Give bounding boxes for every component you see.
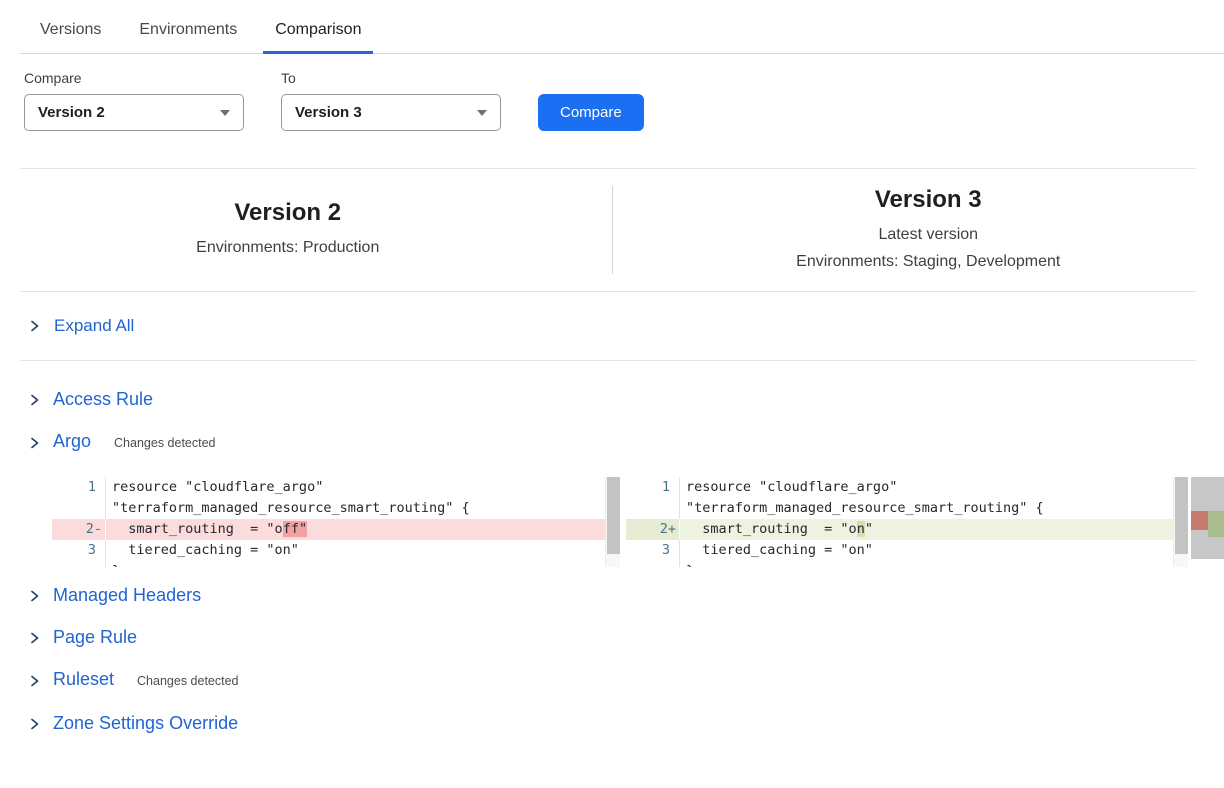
diff-pane-right: 1 resource "cloudflare_argo" "terraform_…	[626, 477, 1188, 567]
ruler-removed-marker	[1191, 511, 1208, 530]
tab-bar: Versions Environments Comparison	[0, 0, 1224, 54]
code-text: "terraform_managed_resource_smart_routin…	[680, 498, 1188, 519]
section-page-rule[interactable]: Page Rule	[28, 626, 1224, 649]
code-text: resource "cloudflare_argo"	[680, 477, 1188, 498]
ruler-added-marker	[1208, 511, 1224, 537]
code-text: smart_routing = "on"	[680, 519, 1188, 540]
caret-down-icon	[477, 110, 487, 116]
diff-line-removed: 2- smart_routing = "off"	[52, 519, 620, 540]
version-headers: Version 2 Environments: Production Versi…	[20, 168, 1196, 292]
diff-overview-ruler[interactable]	[1191, 477, 1224, 559]
version-right-environments: Environments: Staging, Development	[661, 248, 1197, 275]
removed-word-highlight: ff"	[283, 521, 307, 537]
version-right-header: Version 3 Latest version Environments: S…	[613, 185, 1197, 275]
added-word-highlight: n	[857, 521, 865, 537]
line-number	[626, 561, 680, 567]
code-text: resource "cloudflare_argo"	[106, 477, 620, 498]
chevron-right-icon	[28, 436, 41, 450]
section-managed-headers[interactable]: Managed Headers	[28, 584, 1224, 607]
chevron-right-icon	[28, 589, 41, 603]
diff-line-wrap: "terraform_managed_resource_smart_routin…	[626, 498, 1188, 519]
scrollbar-thumb[interactable]	[607, 477, 620, 554]
line-number	[52, 561, 106, 567]
section-ruleset[interactable]: Ruleset Changes detected	[28, 668, 1224, 693]
diff-line-wrap: "terraform_managed_resource_smart_routin…	[52, 498, 620, 519]
compare-to-field: To Version 3	[281, 70, 501, 131]
changes-detected-badge: Changes detected	[114, 432, 215, 455]
section-label: Ruleset	[53, 668, 114, 691]
version-left-environments: Environments: Production	[20, 234, 556, 261]
compare-from-label: Compare	[24, 70, 244, 86]
line-number: 1	[626, 477, 680, 498]
diff-line: }	[52, 561, 620, 567]
code-text: }	[106, 561, 620, 567]
line-number: 2+	[626, 519, 680, 540]
diff-line: 1 resource "cloudflare_argo"	[52, 477, 620, 498]
scrollbar-thumb[interactable]	[1175, 477, 1188, 554]
chevron-right-icon	[28, 393, 41, 407]
line-number: 1	[52, 477, 106, 498]
code-text: tiered_caching = "on"	[106, 540, 620, 561]
compare-form: Compare Version 2 To Version 3 Compare	[24, 70, 1224, 131]
tab-environments[interactable]: Environments	[127, 21, 249, 54]
compare-to-label: To	[281, 70, 501, 86]
version-right-subtitle: Latest version	[661, 221, 1197, 248]
line-number: 2-	[52, 519, 106, 540]
expand-all-button[interactable]: Expand All	[20, 292, 1196, 361]
diff-line: 3 tiered_caching = "on"	[52, 540, 620, 561]
version-left-title: Version 2	[20, 198, 556, 228]
line-number: 3	[626, 540, 680, 561]
scrollbar-track[interactable]	[605, 477, 620, 567]
compare-from-value: Version 2	[38, 104, 105, 121]
code-text: tiered_caching = "on"	[680, 540, 1188, 561]
section-access-rule[interactable]: Access Rule	[28, 388, 1224, 411]
section-argo[interactable]: Argo Changes detected	[28, 430, 1224, 455]
section-list: Access Rule Argo Changes detected 1 reso…	[28, 388, 1224, 735]
version-left-header: Version 2 Environments: Production	[20, 198, 612, 261]
expand-all-label: Expand All	[54, 316, 134, 336]
section-zone-settings-override[interactable]: Zone Settings Override	[28, 712, 1224, 735]
section-label: Zone Settings Override	[53, 712, 238, 735]
compare-button[interactable]: Compare	[538, 94, 644, 131]
scrollbar-track[interactable]	[1173, 477, 1188, 567]
line-number	[52, 498, 106, 519]
chevron-right-icon	[28, 717, 41, 731]
diff-line: }	[626, 561, 1188, 567]
diff-pane-left: 1 resource "cloudflare_argo" "terraform_…	[52, 477, 620, 567]
section-label: Page Rule	[53, 626, 137, 649]
compare-to-value: Version 3	[295, 104, 362, 121]
diff-line: 1 resource "cloudflare_argo"	[626, 477, 1188, 498]
compare-from-field: Compare Version 2	[24, 70, 244, 131]
diff-line-added: 2+ smart_routing = "on"	[626, 519, 1188, 540]
changes-detected-badge: Changes detected	[137, 670, 238, 693]
line-number: 3	[52, 540, 106, 561]
tab-versions[interactable]: Versions	[28, 21, 113, 54]
caret-down-icon	[220, 110, 230, 116]
chevron-right-icon	[28, 631, 41, 645]
code-pre: smart_routing = "o	[686, 521, 857, 537]
section-label: Access Rule	[53, 388, 153, 411]
argo-diff-viewer: 1 resource "cloudflare_argo" "terraform_…	[52, 477, 1224, 567]
version-right-title: Version 3	[661, 185, 1197, 215]
line-number	[626, 498, 680, 519]
code-pre: smart_routing = "o	[112, 521, 283, 537]
code-post: "	[865, 521, 873, 537]
section-label: Managed Headers	[53, 584, 201, 607]
chevron-right-icon	[28, 319, 41, 333]
compare-from-select[interactable]: Version 2	[24, 94, 244, 131]
diff-line: 3 tiered_caching = "on"	[626, 540, 1188, 561]
code-text: "terraform_managed_resource_smart_routin…	[106, 498, 620, 519]
code-text: }	[680, 561, 1188, 567]
chevron-right-icon	[28, 674, 41, 688]
comparison-page: Versions Environments Comparison Compare…	[0, 0, 1224, 788]
compare-to-select[interactable]: Version 3	[281, 94, 501, 131]
section-label: Argo	[53, 430, 91, 453]
code-text: smart_routing = "off"	[106, 519, 620, 540]
tab-comparison[interactable]: Comparison	[263, 21, 373, 54]
